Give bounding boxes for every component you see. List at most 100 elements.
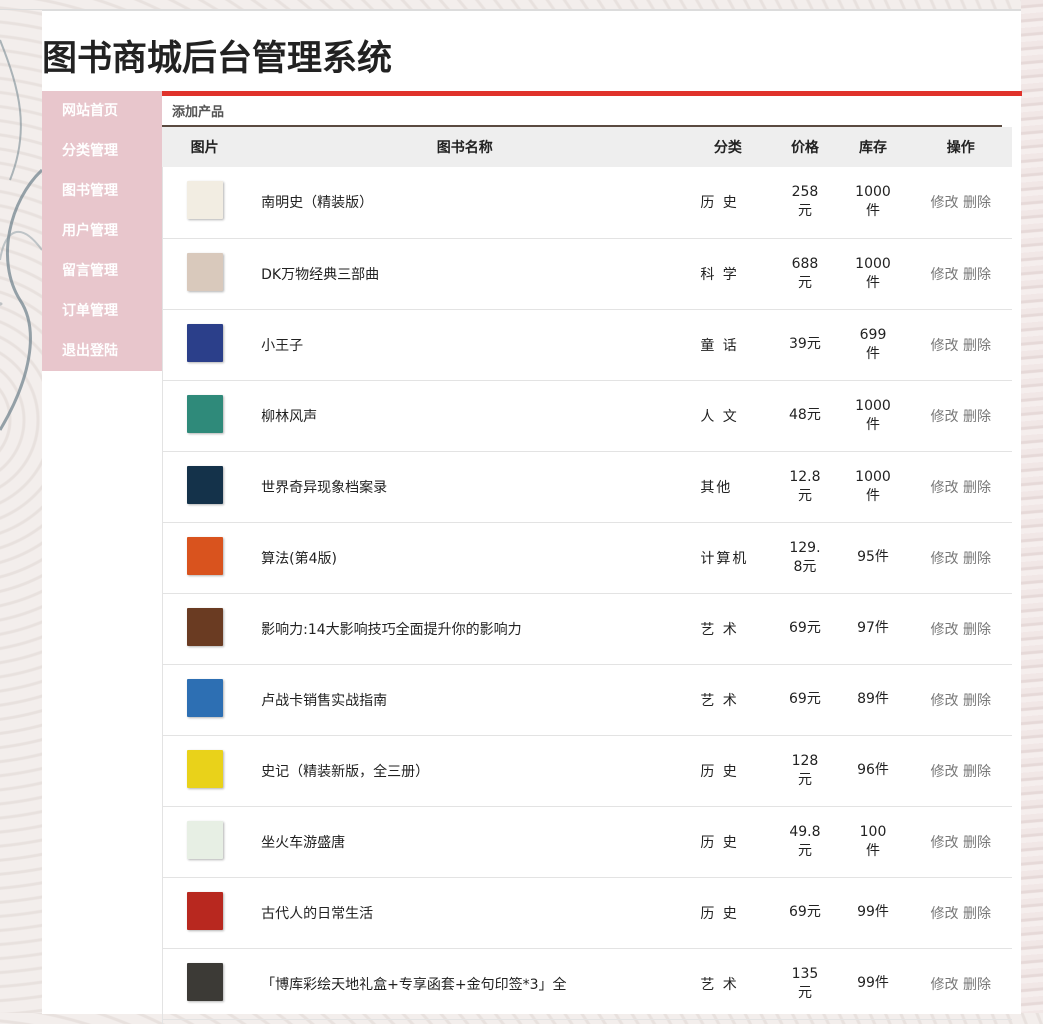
- book-name: 影响力:14大影响技巧全面提升你的影响力: [261, 621, 522, 638]
- book-cover-image: [186, 891, 223, 930]
- delete-link[interactable]: 删除: [963, 267, 991, 283]
- table-row: 坐火车游盛唐历 史 49.8元 100件 修改 删除: [162, 806, 1012, 877]
- cover-cell: [162, 735, 247, 806]
- table-row: 柳林风声人 文 48元 1000件 修改 删除: [162, 380, 1012, 451]
- book-cover-image: [186, 962, 223, 1001]
- delete-link[interactable]: 删除: [963, 906, 991, 922]
- header-price: 价格: [790, 140, 819, 156]
- cover-cell: [162, 593, 247, 664]
- delete-link[interactable]: 删除: [963, 551, 991, 567]
- book-price-text: 39元: [789, 336, 821, 352]
- sidebar-item-logout[interactable]: 退出登陆: [42, 331, 162, 371]
- book-cover-image: [186, 820, 223, 859]
- book-price-text: 48元: [789, 407, 821, 423]
- book-cover-image: [186, 323, 223, 362]
- cover-cell: [162, 451, 247, 522]
- book-price: 48元: [773, 380, 836, 451]
- book-name: 世界奇异现象档案录: [261, 479, 388, 496]
- edit-link[interactable]: 修改: [931, 409, 959, 425]
- delete-link[interactable]: 删除: [963, 622, 991, 638]
- delete-link[interactable]: 删除: [963, 409, 991, 425]
- sidebar-item-books[interactable]: 图书管理: [42, 171, 162, 211]
- book-cover-image: [186, 252, 223, 291]
- book-name: DK万物经典三部曲: [261, 266, 380, 283]
- edit-link[interactable]: 修改: [931, 764, 959, 780]
- edit-link[interactable]: 修改: [931, 551, 959, 567]
- delete-link[interactable]: 删除: [963, 977, 991, 993]
- header-image: 图片: [190, 140, 219, 156]
- book-price-text: 128元: [791, 752, 819, 788]
- book-name: 坐火车游盛唐: [261, 834, 346, 851]
- sidebar: 网站首页 分类管理 图书管理 用户管理 留言管理 订单管理 退出登陆: [42, 91, 162, 371]
- edit-link[interactable]: 修改: [931, 338, 959, 354]
- edit-link[interactable]: 修改: [931, 480, 959, 496]
- book-stock-text: 1000件: [855, 397, 891, 433]
- book-name: 「博库彩绘天地礼盒+专享函套+金句印签*3」全: [261, 976, 567, 993]
- book-cover-image: [186, 536, 223, 575]
- book-name: 南明史（精装版）: [261, 195, 374, 212]
- sidebar-item-orders[interactable]: 订单管理: [42, 291, 162, 331]
- add-product-link[interactable]: 添加产品: [172, 101, 224, 120]
- book-stock-text: 89件: [857, 691, 889, 707]
- book-price-text: 69元: [789, 620, 821, 636]
- delete-link[interactable]: 删除: [963, 338, 991, 354]
- book-price: 258元: [773, 167, 836, 238]
- book-price: 135元: [773, 948, 836, 1019]
- sidebar-item-categories[interactable]: 分类管理: [42, 131, 162, 171]
- book-category: 艺 术: [700, 976, 739, 993]
- table-row: 古代人的日常生活 历 史 69元 99件 修改 删除: [162, 877, 1012, 948]
- table-row: 影响力:14大影响技巧全面提升你的影响力 艺 术 69元 97件 修改 删除: [162, 593, 1012, 664]
- page-title: 图书商城后台管理系统: [42, 39, 393, 79]
- cover-cell: [162, 877, 247, 948]
- cover-cell: [162, 806, 247, 877]
- header-category: 分类: [713, 140, 742, 156]
- book-price-text: 69元: [789, 691, 821, 707]
- book-stock: 97件: [837, 593, 910, 664]
- sidebar-item-messages[interactable]: 留言管理: [42, 251, 162, 291]
- cover-cell: [162, 238, 247, 309]
- sidebar-item-home[interactable]: 网站首页: [42, 91, 162, 131]
- book-price-text: 49.8元: [789, 823, 821, 859]
- sidebar-item-users[interactable]: 用户管理: [42, 211, 162, 251]
- book-price-text: 258元: [791, 184, 819, 220]
- book-price: 69元: [773, 877, 836, 948]
- edit-link[interactable]: 修改: [931, 622, 959, 638]
- edit-link[interactable]: 修改: [931, 835, 959, 851]
- book-stock: 89件: [837, 664, 910, 735]
- book-stock: 100件: [837, 806, 910, 877]
- delete-link[interactable]: 删除: [963, 835, 991, 851]
- book-price: 688元: [773, 238, 836, 309]
- table-row: 算法(第4版) 计算机 129.8元 95件 修改 删除: [162, 522, 1012, 593]
- header-action: 操作: [946, 140, 975, 156]
- edit-link[interactable]: 修改: [931, 267, 959, 283]
- row-actions: 修改 删除: [910, 877, 1013, 948]
- edit-link[interactable]: 修改: [931, 906, 959, 922]
- table-row: 史记（精装新版，全三册） 历 史 128元 96件 修改 删除: [162, 735, 1012, 806]
- edit-link[interactable]: 修改: [931, 693, 959, 709]
- delete-link[interactable]: 删除: [963, 195, 991, 211]
- book-price-text: 69元: [789, 904, 821, 920]
- book-stock-text: 99件: [857, 975, 889, 991]
- book-price: 69元: [773, 664, 836, 735]
- book-cover-image: [186, 394, 223, 433]
- book-cover-image: [186, 465, 223, 504]
- cover-cell: [162, 380, 247, 451]
- book-stock: 96件: [837, 735, 910, 806]
- book-price: 129.8元: [773, 522, 836, 593]
- book-stock-text: 1000件: [855, 255, 891, 291]
- delete-link[interactable]: 删除: [963, 693, 991, 709]
- header-accent-bar: [162, 91, 1022, 96]
- table-row: 「博库彩绘天地礼盒+专享函套+金句印签*3」全 艺 术 135元 99件 修改 删除: [162, 948, 1012, 1019]
- delete-link[interactable]: 删除: [963, 480, 991, 496]
- edit-link[interactable]: 修改: [931, 195, 959, 211]
- book-price: 49.8元: [773, 806, 836, 877]
- book-stock-text: 97件: [857, 620, 889, 636]
- cover-cell: [162, 167, 247, 238]
- book-name: 柳林风声: [261, 408, 318, 425]
- book-category: 历 史: [700, 763, 739, 780]
- edit-link[interactable]: 修改: [931, 977, 959, 993]
- book-price-text: 688元: [791, 255, 819, 291]
- book-category: 其他: [700, 479, 733, 496]
- book-price: 128元: [773, 735, 836, 806]
- delete-link[interactable]: 删除: [963, 764, 991, 780]
